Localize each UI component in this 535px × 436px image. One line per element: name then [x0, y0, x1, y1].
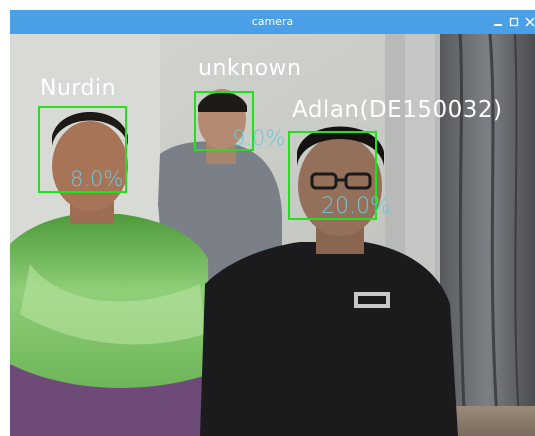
camera-window: camera Nurdin 8.0% unknown 9.0% Adlan(DE… — [10, 10, 535, 436]
close-icon — [525, 17, 535, 27]
maximize-icon — [509, 17, 519, 27]
face-confidence-unknown: 9.0% — [232, 126, 286, 150]
minimize-icon — [494, 24, 502, 26]
face-label-adlan: Adlan(DE150032) — [292, 97, 503, 123]
window-title: camera — [251, 15, 294, 28]
face-label-unknown: unknown — [198, 56, 302, 81]
maximize-button[interactable] — [507, 15, 521, 29]
face-confidence-nurdin: 8.0% — [70, 167, 124, 191]
face-label-nurdin: Nurdin — [40, 76, 117, 101]
camera-feed: Nurdin 8.0% unknown 9.0% Adlan(DE150032)… — [10, 34, 535, 436]
minimize-button[interactable] — [491, 15, 505, 29]
title-bar[interactable]: camera — [10, 10, 535, 34]
detection-overlay: Nurdin 8.0% unknown 9.0% Adlan(DE150032)… — [10, 34, 535, 436]
close-button[interactable] — [523, 15, 535, 29]
face-confidence-adlan: 20.0% — [321, 194, 391, 219]
